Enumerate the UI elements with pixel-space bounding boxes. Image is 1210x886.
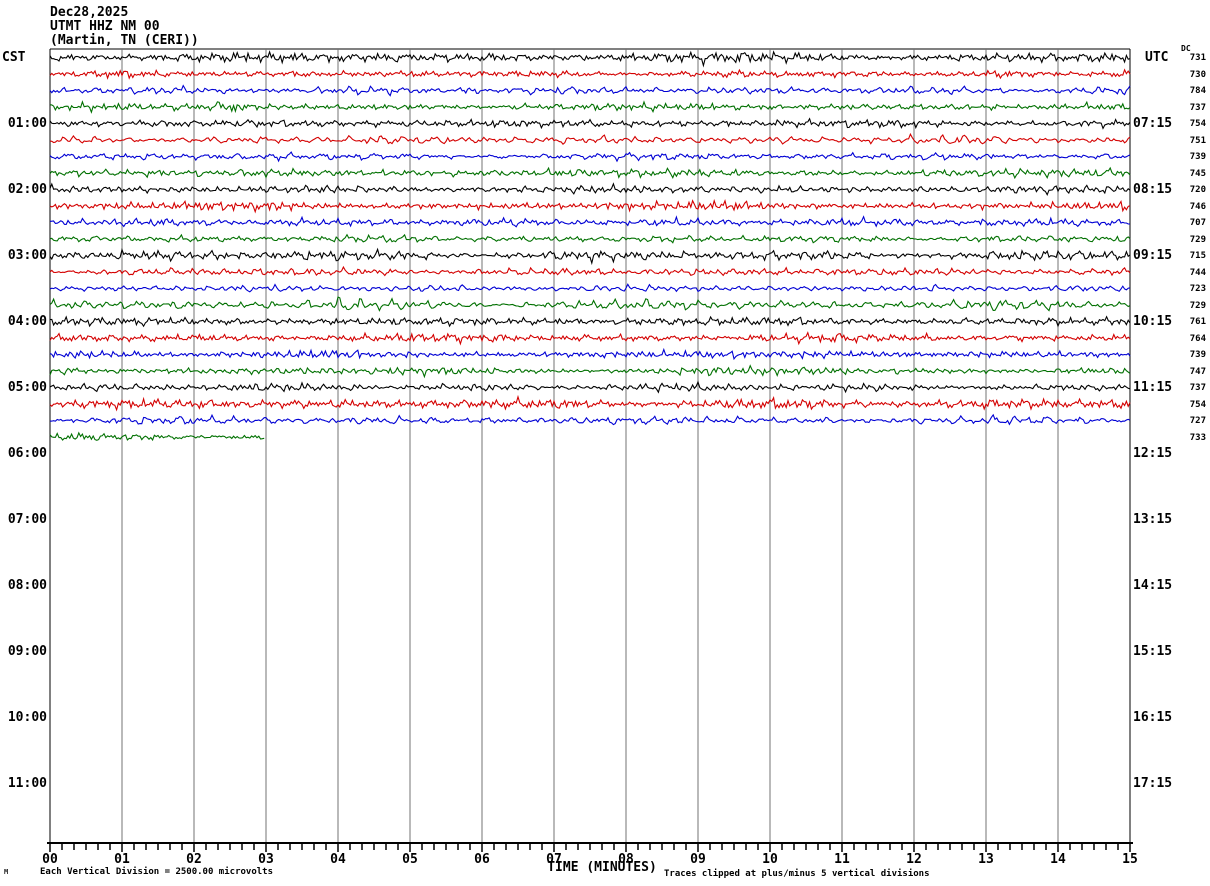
x-tick-label: 01: [114, 852, 130, 867]
seismogram-trace: [49, 166, 1131, 180]
dc-value: 746: [1189, 201, 1206, 212]
seismogram-trace: [49, 84, 1131, 97]
x-tick-label: 13: [978, 852, 994, 867]
seismogram-trace: [49, 265, 1131, 277]
left-hour-label: 07:00: [7, 511, 47, 527]
dc-value: 747: [1189, 366, 1206, 377]
dc-value: 739: [1189, 350, 1206, 360]
dc-value: 784: [1189, 86, 1206, 96]
dc-value: 707: [1189, 218, 1206, 228]
seismogram-trace: [49, 117, 1131, 130]
left-hour-label: 05:00: [7, 379, 47, 395]
right-hour-label: 16:15: [1133, 709, 1173, 725]
dc-value: 729: [1189, 300, 1206, 311]
x-tick-label: 03: [258, 852, 274, 867]
x-tick-label: 10: [762, 852, 778, 867]
dc-value: 737: [1189, 102, 1206, 113]
right-hour-label: 12:15: [1133, 445, 1173, 461]
seismogram-trace: [49, 182, 1131, 196]
seismogram-trace: [49, 315, 1131, 328]
right-hour-label: 08:15: [1133, 181, 1173, 197]
left-hour-label: 09:00: [7, 643, 47, 659]
dc-value: 744: [1189, 267, 1206, 278]
dc-value: 745: [1189, 168, 1206, 179]
watermark: M: [4, 868, 9, 876]
dc-value: 764: [1189, 333, 1206, 344]
seismogram-trace: [49, 394, 1131, 412]
seismogram-trace: [49, 431, 265, 442]
left-hour-label: 06:00: [7, 445, 47, 461]
dc-value: 729: [1189, 234, 1206, 245]
dc-value: 715: [1189, 251, 1206, 261]
x-tick-label: 00: [42, 852, 58, 867]
seismogram-trace: [49, 364, 1131, 379]
seismogram-trace: [49, 283, 1131, 293]
seismogram-trace: [49, 68, 1131, 80]
right-hour-label: 13:15: [1133, 511, 1173, 527]
x-axis-title: TIME (MINUTES): [547, 860, 657, 875]
right-hour-label: 15:15: [1133, 643, 1173, 659]
seismogram-trace: [49, 233, 1131, 244]
x-tick-label: 12: [906, 852, 922, 867]
dc-value: 723: [1189, 284, 1206, 294]
x-tick-label: 06: [474, 852, 490, 867]
scale-note: Each Vertical Division = 2500.00 microvo…: [40, 867, 273, 877]
x-tick-label: 04: [330, 852, 346, 867]
dc-value: 761: [1189, 317, 1206, 327]
seismogram-trace: [49, 100, 1131, 114]
helicorder-screen: Dec28,2025 UTMT HHZ NM 00 (Martin, TN (C…: [0, 0, 1210, 886]
right-hour-label: 11:15: [1133, 379, 1173, 395]
right-hour-label: 17:15: [1133, 775, 1173, 791]
dc-value: 720: [1189, 185, 1206, 195]
seismogram-svg: [47, 48, 1133, 852]
left-hour-label: 11:00: [7, 775, 47, 791]
seismogram-trace: [49, 132, 1131, 145]
x-tick-label: 11: [834, 852, 850, 867]
left-hour-label: 10:00: [7, 709, 47, 725]
dc-value: 751: [1189, 135, 1206, 146]
left-hour-label: 08:00: [7, 577, 47, 593]
dc-value: 737: [1189, 383, 1206, 393]
right-hour-label: 14:15: [1133, 577, 1173, 593]
seismogram-trace: [49, 247, 1131, 266]
left-hour-label: 04:00: [7, 313, 47, 329]
left-hour-label: 02:00: [7, 181, 47, 197]
seismogram-trace: [49, 380, 1131, 394]
seismogram-trace: [49, 215, 1130, 228]
dc-value: 733: [1189, 432, 1206, 443]
seismogram-trace: [49, 331, 1131, 346]
right-hour-label: 09:15: [1133, 247, 1173, 263]
dc-value: 739: [1189, 152, 1206, 162]
x-tick-label: 05: [402, 852, 418, 867]
left-hour-label: 03:00: [7, 247, 47, 263]
x-tick-label: 15: [1122, 852, 1138, 867]
seismogram-trace: [49, 50, 1131, 68]
right-hour-label: 10:15: [1133, 313, 1173, 329]
x-tick-label: 02: [186, 852, 202, 867]
dc-value: 730: [1189, 69, 1206, 80]
clip-note: Traces clipped at plus/minus 5 vertical …: [664, 869, 930, 879]
seismogram-plot: [0, 0, 1210, 886]
dc-value: 754: [1189, 399, 1206, 410]
seismogram-trace: [49, 198, 1131, 214]
seismogram-trace: [49, 347, 1131, 361]
dc-value: 731: [1189, 53, 1206, 63]
x-tick-label: 14: [1050, 852, 1066, 867]
seismogram-trace: [49, 151, 1131, 163]
dc-value: 727: [1189, 416, 1206, 426]
seismogram-trace: [49, 296, 1131, 312]
seismogram-trace: [49, 413, 1131, 426]
left-hour-label: 01:00: [7, 115, 47, 131]
right-hour-label: 07:15: [1133, 115, 1173, 131]
dc-value: 754: [1189, 119, 1206, 129]
x-tick-label: 09: [690, 852, 706, 867]
